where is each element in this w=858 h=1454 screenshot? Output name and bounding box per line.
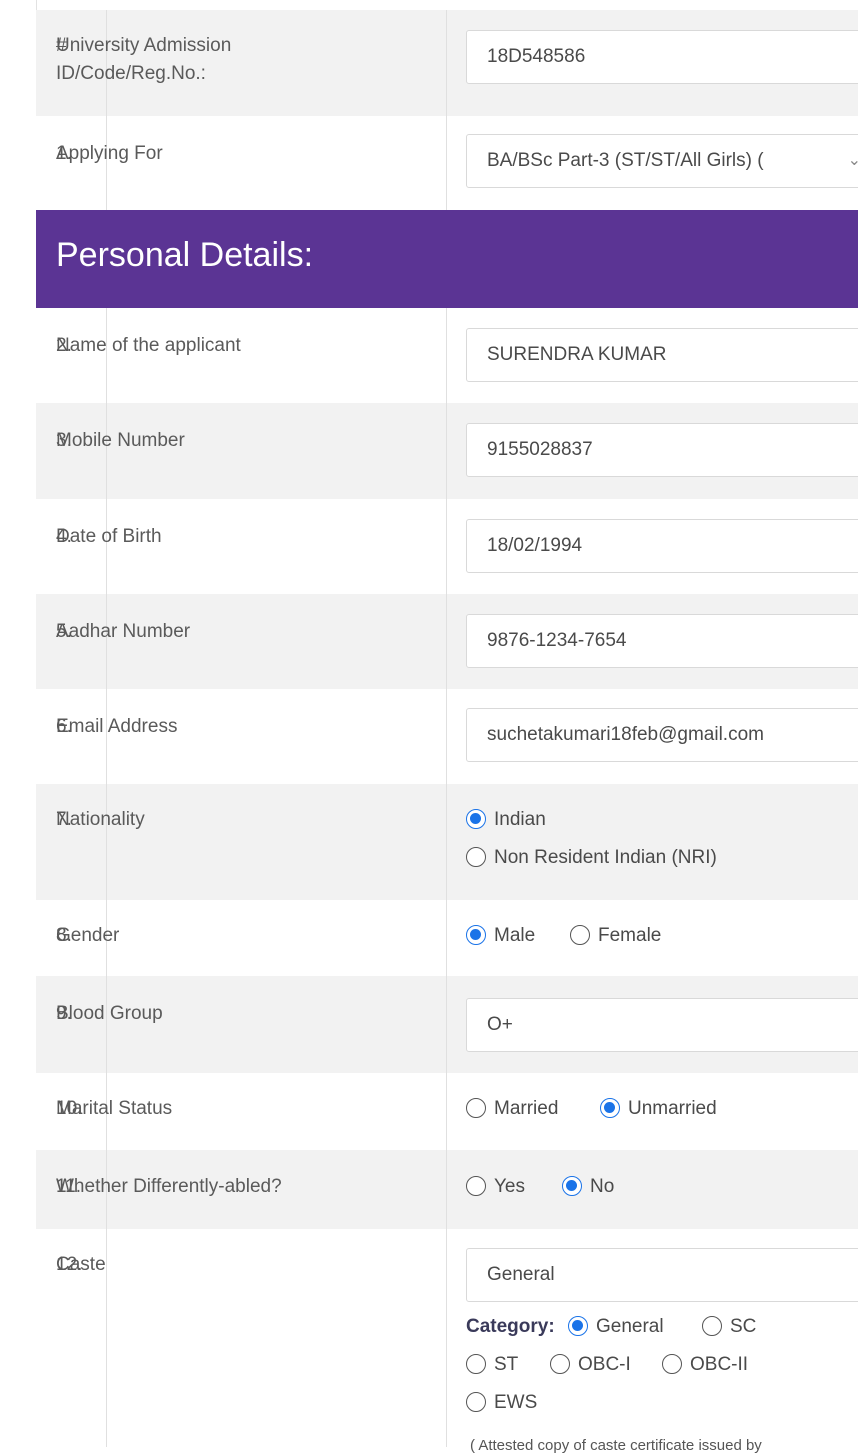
row-admission-id: # University Admission ID/Code/Reg.No.: … (36, 10, 858, 116)
field-label: Nationality (56, 809, 145, 830)
row-caste: 12. Caste General Category: General SC S… (36, 1229, 858, 1454)
caste-input[interactable]: General (466, 1248, 858, 1302)
field-label: Name of the applicant (56, 335, 241, 356)
radio-category-ews[interactable]: EWS (466, 1389, 537, 1417)
radio-checked-icon (600, 1098, 620, 1118)
field-label: Marital Status (56, 1098, 173, 1119)
row-applying-for: 1. Applying For BA/BSc Part-3 (ST/ST/All… (36, 116, 858, 210)
dob-input[interactable]: 18/02/1994 (466, 519, 858, 573)
radio-female[interactable]: Female (570, 922, 661, 950)
radio-unchecked-icon (466, 1176, 486, 1196)
email-input[interactable]: suchetakumari18feb@gmail.com (466, 708, 858, 762)
radio-nri[interactable]: Non Resident Indian (NRI) (466, 844, 717, 872)
radio-category-st[interactable]: ST (466, 1351, 518, 1379)
radio-category-general[interactable]: General (568, 1313, 664, 1341)
row-mobile: 3. Mobile Number 9155028837 (36, 403, 858, 499)
field-label: Date of Birth (56, 526, 162, 547)
name-input[interactable]: SURENDRA KUMAR (466, 328, 858, 382)
radio-checked-icon (466, 925, 486, 945)
radio-yes[interactable]: Yes (466, 1173, 525, 1201)
radio-checked-icon (562, 1176, 582, 1196)
aadhar-input[interactable]: 9876-1234-7654 (466, 614, 858, 668)
applying-for-select[interactable]: BA/BSc Part-3 (ST/ST/All Girls) ( ⌄ (466, 134, 858, 188)
category-label: Category: (466, 1316, 555, 1337)
field-label: Mobile Number (56, 430, 185, 451)
field-label: Caste (56, 1254, 106, 1275)
field-label: University Admission ID/Code/Reg.No.: (56, 35, 232, 84)
radio-indian[interactable]: Indian (466, 806, 546, 834)
section-title: Personal Details: (56, 236, 314, 274)
radio-unchecked-icon (702, 1316, 722, 1336)
section-header-personal-details: Personal Details: (36, 210, 858, 308)
mobile-input[interactable]: 9155028837 (466, 423, 858, 477)
chevron-down-icon: ⌄ (848, 135, 858, 187)
row-email: 6. Email Address suchetakumari18feb@gmai… (36, 689, 858, 784)
radio-unchecked-icon (466, 1354, 486, 1374)
radio-unchecked-icon (466, 847, 486, 867)
field-label: Applying For (56, 143, 163, 164)
radio-unchecked-icon (570, 925, 590, 945)
caste-certificate-note: ( Attested copy of caste certificate iss… (470, 1437, 762, 1454)
field-label: Email Address (56, 716, 178, 737)
field-label: Gender (56, 925, 120, 946)
row-blood-group: 9. Blood Group O+ (36, 976, 858, 1073)
application-form: # University Admission ID/Code/Reg.No.: … (36, 0, 858, 1454)
radio-checked-icon (466, 809, 486, 829)
radio-married[interactable]: Married (466, 1095, 558, 1123)
row-nationality: 7. Nationality Indian Non Resident India… (36, 784, 858, 900)
radio-category-sc[interactable]: SC (702, 1313, 756, 1341)
row-marital-status: 10. Marital Status Married Unmarried (36, 1073, 858, 1150)
field-label: Whether Differently-abled? (56, 1176, 282, 1197)
admission-id-input[interactable]: 18D548586 (466, 30, 858, 84)
radio-category-obc-ii[interactable]: OBC-II (662, 1351, 748, 1379)
blood-group-input[interactable]: O+ (466, 998, 858, 1052)
radio-category-obc-i[interactable]: OBC-I (550, 1351, 631, 1379)
row-aadhar: 5. Aadhar Number 9876-1234-7654 (36, 594, 858, 689)
row-differently-abled: 11. Whether Differently-abled? Yes No (36, 1150, 858, 1229)
radio-unchecked-icon (550, 1354, 570, 1374)
row-gender: 8. Gender Male Female (36, 900, 858, 976)
radio-checked-icon (568, 1316, 588, 1336)
radio-unchecked-icon (466, 1392, 486, 1412)
radio-no[interactable]: No (562, 1173, 614, 1201)
radio-male[interactable]: Male (466, 922, 535, 950)
radio-unchecked-icon (662, 1354, 682, 1374)
radio-unchecked-icon (466, 1098, 486, 1118)
field-label: Blood Group (56, 1003, 163, 1024)
row-name: 2. Name of the applicant SURENDRA KUMAR (36, 308, 858, 403)
radio-unmarried[interactable]: Unmarried (600, 1095, 717, 1123)
row-dob: 4. Date of Birth 18/02/1994 (36, 499, 858, 594)
field-label: Aadhar Number (56, 621, 191, 642)
